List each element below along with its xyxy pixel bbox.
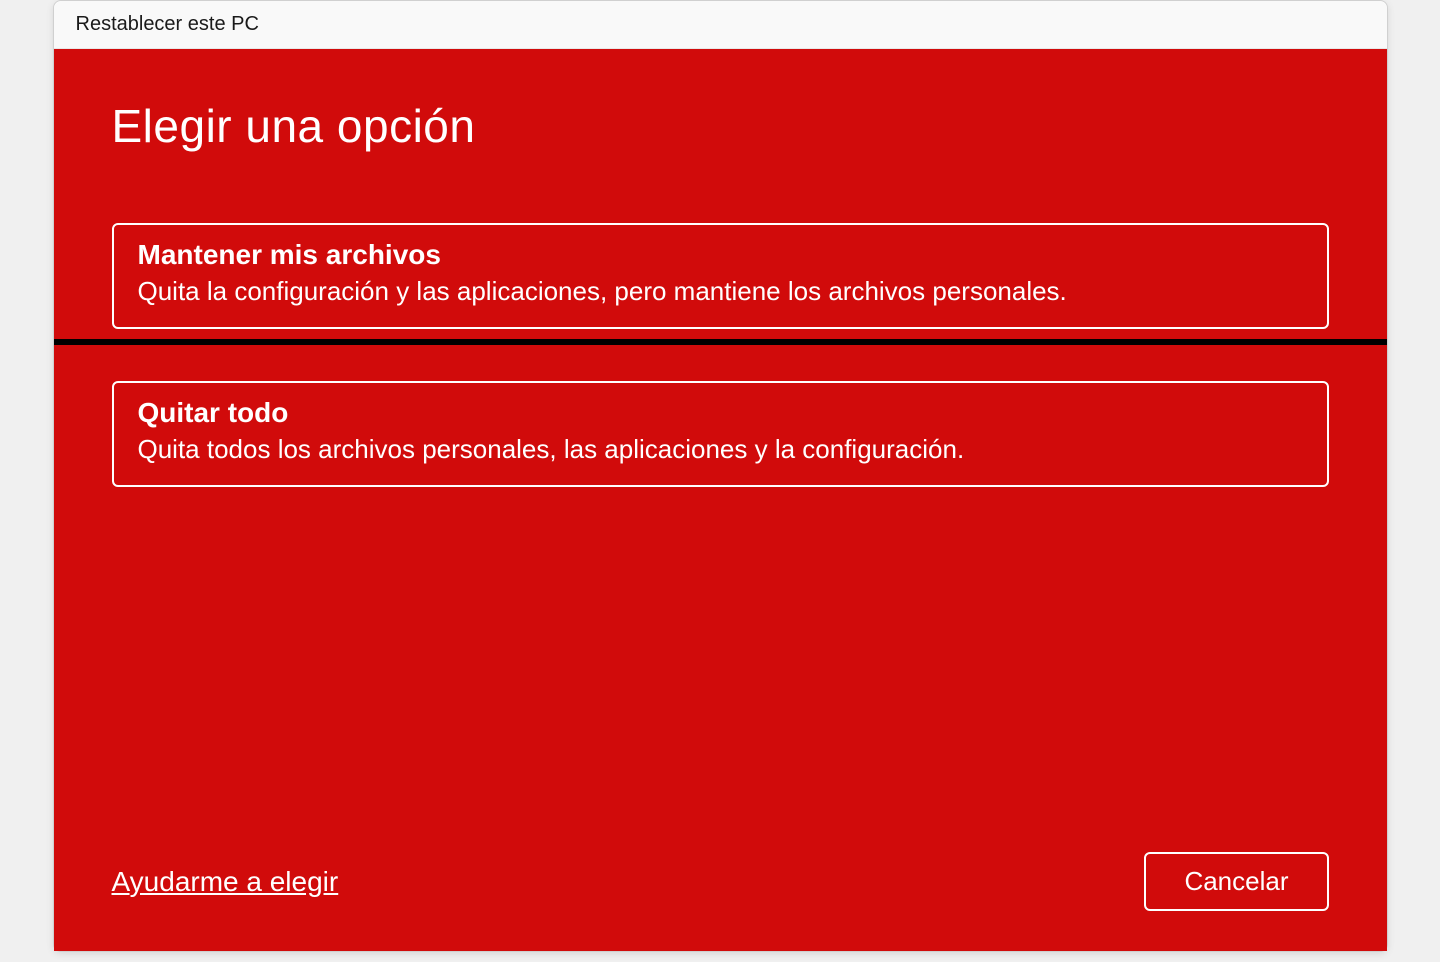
- page-heading: Elegir una opción: [112, 99, 1329, 153]
- cancel-button[interactable]: Cancelar: [1144, 852, 1328, 911]
- option-title: Mantener mis archivos: [138, 239, 1303, 271]
- option-description: Quita todos los archivos personales, las…: [138, 433, 1303, 467]
- dialog-body: Elegir una opción Mantener mis archivos …: [54, 49, 1387, 951]
- help-link[interactable]: Ayudarme a elegir: [112, 866, 339, 898]
- option-description: Quita la configuración y las aplicacione…: [138, 275, 1303, 309]
- options-container: Mantener mis archivos Quita la configura…: [112, 223, 1329, 487]
- window-title: Restablecer este PC: [76, 13, 259, 36]
- reset-pc-dialog: Restablecer este PC Elegir una opción Ma…: [53, 0, 1388, 952]
- titlebar[interactable]: Restablecer este PC: [54, 1, 1387, 49]
- remove-everything-option[interactable]: Quitar todo Quita todos los archivos per…: [112, 381, 1329, 487]
- dialog-footer: Ayudarme a elegir Cancelar: [112, 832, 1329, 911]
- option-title: Quitar todo: [138, 397, 1303, 429]
- keep-files-option[interactable]: Mantener mis archivos Quita la configura…: [112, 223, 1329, 329]
- divider: [54, 339, 1387, 345]
